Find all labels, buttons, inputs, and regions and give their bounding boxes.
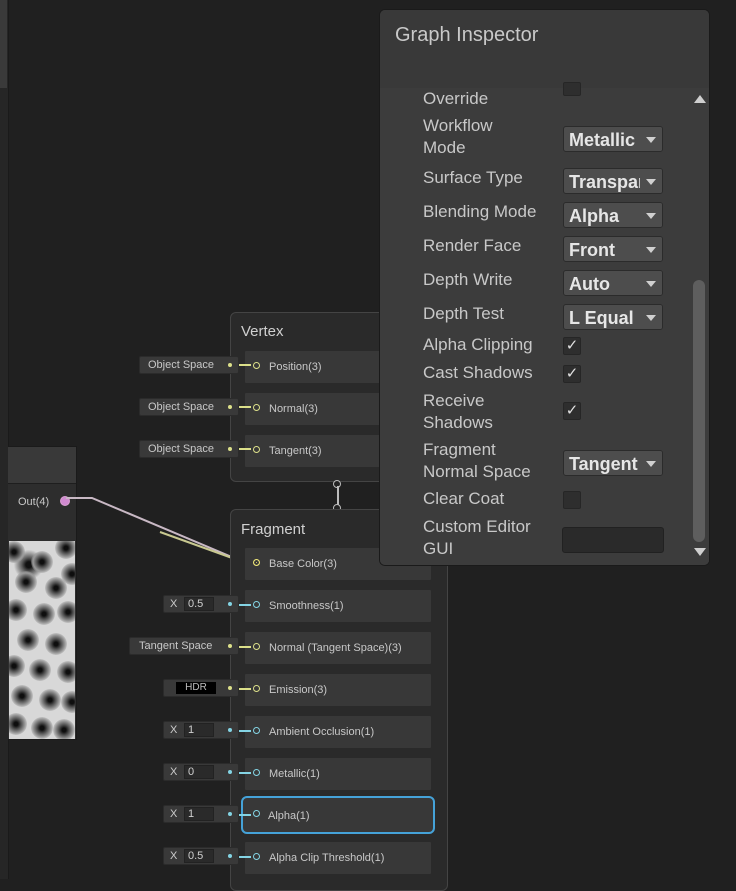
- wire: [239, 646, 251, 648]
- alpha-clipping-checkbox[interactable]: ✓: [563, 337, 581, 355]
- chevron-down-icon: [646, 281, 656, 287]
- custom-editor-gui-label: Custom Editor: [423, 517, 531, 536]
- receive-shadows-checkbox[interactable]: ✓: [563, 402, 581, 420]
- fragment-title: Fragment: [241, 521, 306, 538]
- chevron-down-icon: [646, 179, 656, 185]
- override-label: Override: [423, 89, 489, 108]
- fragment-block-alpha-clip-threshold[interactable]: Alpha Clip Threshold(1): [244, 841, 432, 875]
- surface-type-dropdown[interactable]: Transparent: [563, 168, 663, 194]
- chevron-down-icon: [646, 213, 656, 219]
- block-label: Tangent(3): [269, 445, 322, 457]
- emission-color-field[interactable]: HDR: [163, 679, 239, 697]
- inspector-title: Graph Inspector: [395, 24, 539, 46]
- scroll-down-icon[interactable]: [694, 548, 706, 556]
- space-dropdown-normal[interactable]: Object Space: [139, 398, 239, 416]
- inspector-scrollbar-thumb[interactable]: [693, 280, 705, 542]
- clear-coat-checkbox[interactable]: [563, 491, 581, 509]
- render-face-label: Render Face: [423, 236, 522, 255]
- surface-type-label: Surface Type: [423, 168, 523, 187]
- alpha-clipping-label: Alpha Clipping: [423, 335, 533, 354]
- receive-shadows-label-line2: Shadows: [423, 413, 493, 432]
- chevron-down-icon: [646, 315, 656, 321]
- input-port[interactable]: [253, 727, 260, 734]
- depth-write-label: Depth Write: [423, 270, 513, 289]
- fragment-block-alpha-selected[interactable]: Alpha(1): [241, 796, 435, 834]
- clear-coat-label: Clear Coat: [423, 489, 505, 508]
- fragment-normal-space-dropdown[interactable]: Tangent: [563, 450, 663, 476]
- blending-mode-dropdown[interactable]: Alpha: [563, 202, 663, 228]
- render-face-dropdown[interactable]: Front: [563, 236, 663, 262]
- wire: [239, 730, 251, 732]
- receive-shadows-label: Receive: [423, 391, 485, 410]
- number-input[interactable]: 1: [184, 723, 214, 737]
- ao-value-field[interactable]: X1: [163, 721, 239, 739]
- tangent-space-dropdown[interactable]: Tangent Space: [129, 637, 239, 655]
- workflow-mode-label-line2: Mode: [423, 138, 466, 157]
- space-dropdown-tangent[interactable]: Object Space: [139, 440, 239, 458]
- input-port[interactable]: [253, 601, 260, 608]
- fragment-block-smoothness[interactable]: Smoothness(1): [244, 589, 432, 623]
- wire: [239, 688, 251, 690]
- depth-test-label: Depth Test: [423, 304, 504, 323]
- custom-editor-gui-field[interactable]: [562, 527, 664, 553]
- metallic-value-field[interactable]: X0: [163, 763, 239, 781]
- input-port[interactable]: [253, 362, 260, 369]
- depth-write-dropdown[interactable]: Auto: [563, 270, 663, 296]
- alpha-clip-value-field[interactable]: X 0.5: [163, 847, 239, 865]
- input-port[interactable]: [253, 559, 260, 566]
- input-port[interactable]: [253, 404, 260, 411]
- depth-test-dropdown[interactable]: L Equal: [563, 304, 663, 330]
- scroll-up-icon[interactable]: [694, 95, 706, 103]
- fragment-block-metallic[interactable]: Metallic(1): [244, 757, 432, 791]
- input-port[interactable]: [253, 685, 260, 692]
- number-input[interactable]: 0.5: [184, 849, 214, 863]
- cast-shadows-checkbox[interactable]: ✓: [563, 365, 581, 383]
- smoothness-value-field[interactable]: X 0.5: [163, 595, 239, 613]
- wire: [239, 448, 251, 450]
- wire: [239, 772, 251, 774]
- wire: [239, 856, 251, 858]
- blending-mode-label: Blending Mode: [423, 202, 537, 221]
- number-input[interactable]: 0: [184, 765, 214, 779]
- block-label: Position(3): [269, 361, 322, 373]
- input-port[interactable]: [253, 853, 260, 860]
- fragment-block-ambient-occlusion[interactable]: Ambient Occlusion(1): [244, 715, 432, 749]
- workflow-mode-dropdown[interactable]: Metallic: [563, 126, 663, 152]
- block-label: Normal(3): [269, 403, 318, 415]
- wire: [239, 604, 251, 606]
- graph-inspector-panel[interactable]: Graph Inspector Override Workflow Mode M…: [379, 9, 710, 566]
- alpha-value-field[interactable]: X1: [163, 805, 239, 823]
- chevron-down-icon: [646, 461, 656, 467]
- wire: [239, 406, 251, 408]
- fragment-normal-space-label-line2: Normal Space: [423, 462, 531, 481]
- stack-connector: [333, 480, 341, 512]
- hdr-color-swatch[interactable]: HDR: [176, 682, 216, 694]
- input-port[interactable]: [253, 810, 260, 817]
- override-checkbox[interactable]: [563, 82, 581, 96]
- input-port[interactable]: [253, 643, 260, 650]
- wire: [239, 364, 251, 366]
- input-port[interactable]: [253, 446, 260, 453]
- chevron-down-icon: [646, 247, 656, 253]
- workflow-mode-label: Workflow: [423, 116, 493, 135]
- input-port[interactable]: [253, 769, 260, 776]
- fragment-block-normal[interactable]: Normal (Tangent Space)(3): [244, 631, 432, 665]
- custom-editor-gui-label-line2: GUI: [423, 539, 454, 558]
- wire: [239, 814, 251, 816]
- space-dropdown-position[interactable]: Object Space: [139, 356, 239, 374]
- fragment-block-emission[interactable]: Emission(3): [244, 673, 432, 707]
- vertex-title: Vertex: [241, 323, 284, 340]
- number-input[interactable]: 0.5: [184, 597, 214, 611]
- chevron-down-icon: [646, 137, 656, 143]
- inspector-header[interactable]: Graph Inspector: [380, 10, 709, 88]
- cast-shadows-label: Cast Shadows: [423, 363, 533, 382]
- fragment-normal-space-label: Fragment: [423, 440, 496, 459]
- number-input[interactable]: 1: [184, 807, 214, 821]
